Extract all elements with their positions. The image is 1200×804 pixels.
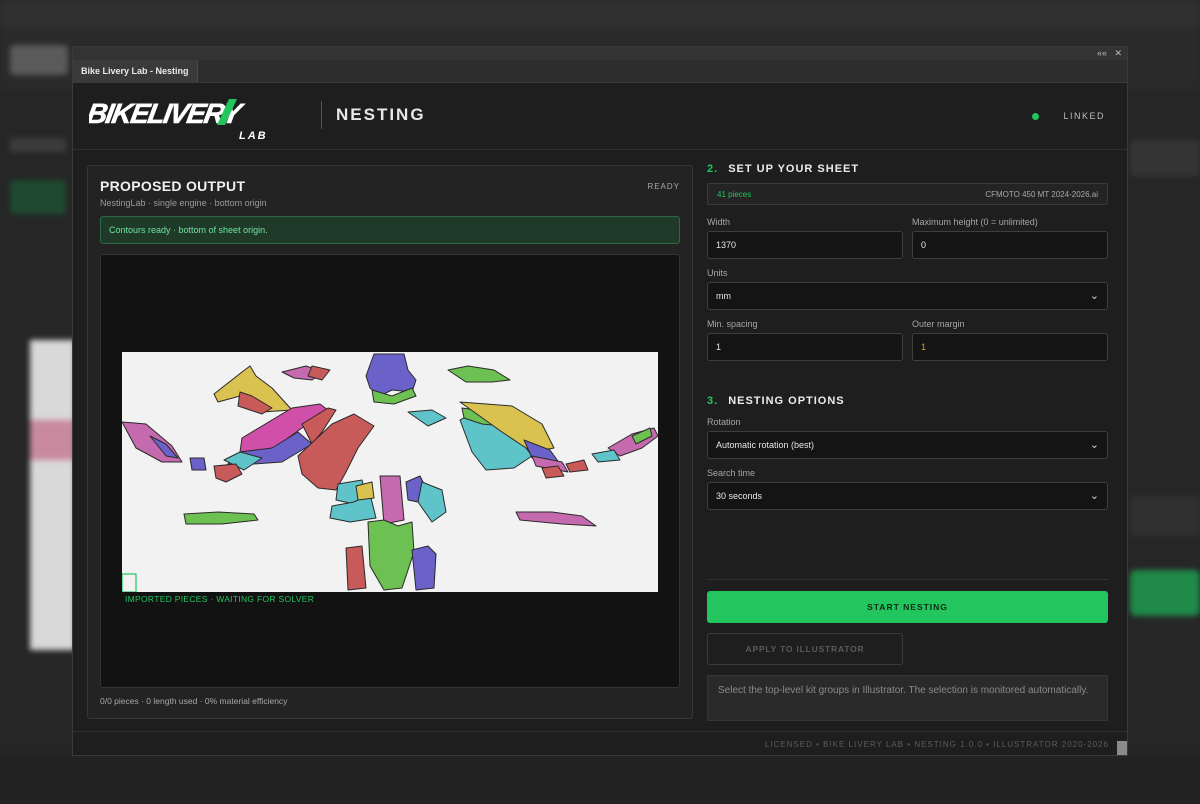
background-panel-box (1130, 496, 1200, 536)
collapse-icon[interactable]: «« (1097, 47, 1107, 60)
output-stats: 0/0 pieces · 0 length used · 0% material… (100, 696, 288, 706)
margin-label: Outer margin (912, 319, 965, 329)
contours-alert: Contours ready · bottom of sheet origin. (100, 216, 680, 244)
search-time-label: Search time (707, 468, 756, 478)
sheet-preview (122, 352, 658, 592)
window-tab[interactable]: Bike Livery Lab - Nesting (73, 60, 198, 82)
rotation-label: Rotation (707, 417, 741, 427)
rotation-select[interactable]: Automatic rotation (best) ⌄ (707, 431, 1108, 459)
start-nesting-button[interactable]: START NESTING (707, 591, 1108, 623)
linked-status-dot (1032, 113, 1039, 120)
chevron-down-icon: ⌄ (1089, 290, 1099, 302)
background-artboard-piece (30, 420, 75, 460)
background-sidebar-text (10, 138, 66, 152)
link-status: LINKED (1063, 111, 1105, 121)
pieces-count: 41 pieces (717, 190, 752, 199)
chevron-down-icon: ⌄ (1089, 439, 1099, 451)
background-artboard (30, 340, 75, 650)
page-title: NESTING (336, 105, 426, 124)
search-time-selected-value: 30 seconds (716, 491, 763, 501)
brand-divider (321, 101, 322, 129)
apply-to-illustrator-button[interactable]: APPLY TO ILLUSTRATOR (707, 633, 903, 665)
outer-margin-input[interactable]: 1 (912, 333, 1108, 361)
source-file-name: CFMOTO 450 MT 2024-2026.ai (985, 190, 1098, 199)
max-height-label: Maximum height (0 = unlimited) (912, 217, 1038, 227)
nesting-options-title: 3. NESTING OPTIONS (707, 395, 845, 407)
section-divider (707, 579, 1108, 580)
units-label: Units (707, 268, 728, 278)
max-height-input[interactable]: 0 (912, 231, 1108, 259)
sheet-setup-title: 2. SET UP YOUR SHEET (707, 163, 860, 175)
resize-grip[interactable] (1117, 741, 1127, 755)
background-sidebar-button (10, 180, 66, 214)
selection-info-box: Select the top-level kit groups in Illus… (707, 675, 1108, 721)
canvas-status-text: IMPORTED PIECES · WAITING FOR SOLVER (125, 594, 315, 604)
output-subtitle: NestingLab · single engine · bottom orig… (100, 198, 267, 208)
chevron-down-icon: ⌄ (1089, 490, 1099, 502)
background-panel-box (1130, 140, 1200, 176)
width-input[interactable]: 1370 (707, 231, 903, 259)
background-green-button (1130, 570, 1200, 616)
footer-license-text: LICENSED • BIKE LIVERY LAB • NESTING 1.0… (764, 740, 1109, 749)
width-label: Width (707, 217, 731, 227)
bike-livery-lab-logo: BIKELIVERY LAB (89, 97, 268, 142)
rotation-selected-value: Automatic rotation (best) (716, 440, 815, 450)
spacing-label: Min. spacing (707, 319, 758, 329)
min-spacing-input[interactable]: 1 (707, 333, 903, 361)
nesting-plugin-window: «« ✕ Bike Livery Lab - Nesting BIKELIVER… (72, 46, 1128, 756)
background-topbar (0, 0, 1200, 28)
window-tab-row: Bike Livery Lab - Nesting (73, 60, 1127, 83)
window-titlebar: «« ✕ (73, 47, 1127, 60)
preview-canvas[interactable]: IMPORTED PIECES · WAITING FOR SOLVER (100, 254, 680, 688)
pieces-summary: 41 pieces CFMOTO 450 MT 2024-2026.ai (707, 183, 1108, 205)
plugin-footer: LICENSED • BIKE LIVERY LAB • NESTING 1.0… (73, 731, 1127, 756)
search-time-select[interactable]: 30 seconds ⌄ (707, 482, 1108, 510)
output-title: PROPOSED OUTPUT (100, 178, 246, 194)
background-logo (10, 45, 68, 75)
plugin-header: BIKELIVERY LAB NESTING LINKED (73, 83, 1127, 150)
background-statusbar (0, 756, 1200, 804)
output-status-badge: READY (647, 182, 680, 191)
units-selected-value: mm (716, 291, 731, 301)
close-icon[interactable]: ✕ (1114, 47, 1122, 60)
proposed-output-panel: PROPOSED OUTPUT NestingLab · single engi… (87, 165, 693, 719)
units-select[interactable]: mm ⌄ (707, 282, 1108, 310)
svg-text:LAB: LAB (239, 130, 268, 142)
livery-pieces-drawing (122, 353, 658, 592)
